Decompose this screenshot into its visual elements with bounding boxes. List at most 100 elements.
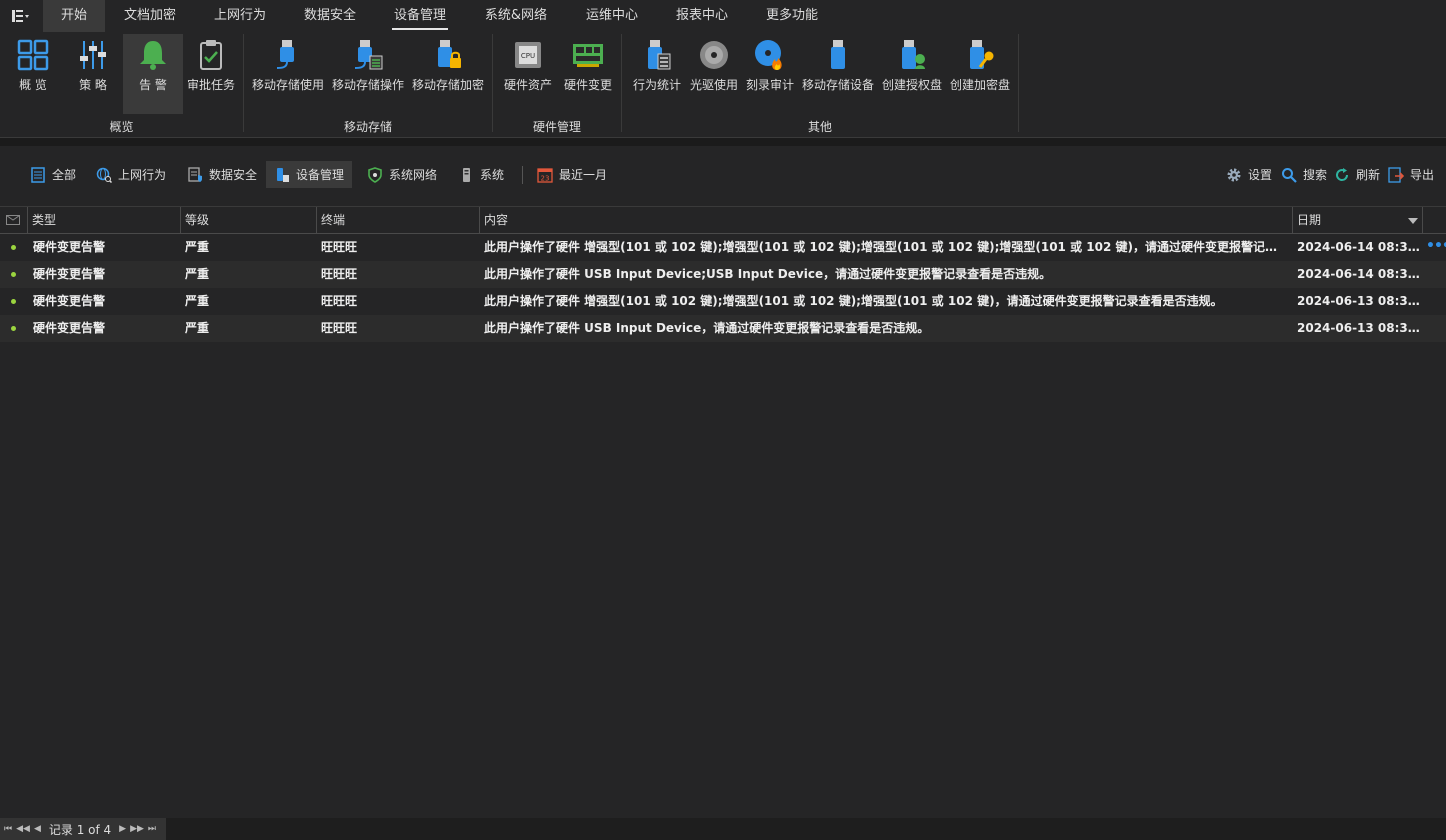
filter-last-month[interactable]: 23 最近一月 [529, 161, 615, 188]
settings-label: 设置 [1248, 168, 1273, 182]
cell-level: 严重 [185, 294, 210, 308]
export-label: 导出 [1410, 168, 1435, 182]
policy-button[interactable]: 策 略 [66, 34, 120, 114]
usb-operation-button[interactable]: 移动存储操作 [330, 34, 406, 114]
cell-terminal: 旺旺旺 [321, 321, 358, 335]
cell-content: 此用户操作了硬件 增强型(101 或 102 键);增强型(101 或 102 … [484, 294, 1223, 308]
header-mail-column[interactable] [0, 207, 28, 234]
cell-type: 硬件变更告警 [33, 294, 106, 308]
approval-task-button[interactable]: 审批任务 [184, 34, 238, 114]
hardware-change-button[interactable]: 硬件变更 [560, 34, 616, 114]
envelope-icon [6, 215, 20, 225]
cell-content: 此用户操作了硬件 USB Input Device，请通过硬件变更报警记录查看是… [484, 321, 930, 335]
usb-device-button[interactable]: 移动存储设备 [800, 34, 876, 114]
pager: ⏮ ◀◀ ◀ 记录 1 of 4 ▶ ▶▶ ⏭ [0, 818, 166, 840]
header-content[interactable]: 内容 [480, 207, 1293, 234]
cell-type: 硬件变更告警 [33, 240, 106, 254]
usb-key-icon [970, 40, 994, 69]
tab-system-network[interactable]: 系统&网络 [474, 0, 558, 32]
usb-authorize-icon [902, 40, 925, 69]
refresh-button[interactable]: 刷新 [1326, 161, 1388, 188]
filter-system-network[interactable]: 系统网络 [359, 161, 445, 188]
header-date-label: 日期 [1297, 213, 1322, 227]
tab-data-security[interactable]: 数据安全 [294, 0, 366, 32]
status-dot [11, 326, 16, 331]
menu-bar: 开始 文档加密 上网行为 数据安全 设备管理 系统&网络 运维中心 报表中心 更… [0, 0, 1446, 32]
filter-internet-behavior[interactable]: 上网行为 [88, 161, 174, 188]
settings-button[interactable]: 设置 [1218, 161, 1280, 188]
tab-document-encryption[interactable]: 文档加密 [114, 0, 186, 32]
last-page-icon[interactable]: ⏭ [148, 824, 156, 834]
alarm-label: 告 警 [139, 78, 167, 92]
filter-system-network-label: 系统网络 [389, 168, 438, 182]
usb-encrypt-button[interactable]: 移动存储加密 [410, 34, 486, 114]
table-row[interactable]: 硬件变更告警 严重 旺旺旺 此用户操作了硬件 增强型(101 或 102 键);… [0, 234, 1446, 261]
filter-separator [522, 166, 523, 184]
list-all-icon [31, 166, 45, 183]
table-row[interactable]: 硬件变更告警 严重 旺旺旺 此用户操作了硬件 增强型(101 或 102 键);… [0, 288, 1446, 315]
tab-more-functions[interactable]: 更多功能 [756, 0, 828, 32]
previous-page-icon[interactable]: ◀ [34, 824, 41, 834]
more-options-icon[interactable]: ••• [1426, 234, 1446, 261]
table-row[interactable]: 硬件变更告警 严重 旺旺旺 此用户操作了硬件 USB Input Device;… [0, 261, 1446, 288]
overview-button[interactable]: 概 览 [6, 34, 60, 114]
refresh-icon [1336, 167, 1349, 181]
create-auth-disk-button[interactable]: 创建授权盘 [880, 34, 944, 114]
tab-internet-behavior[interactable]: 上网行为 [204, 0, 276, 32]
header-date[interactable]: 日期 [1293, 207, 1423, 234]
behavior-stats-icon [648, 40, 671, 70]
next-page-icon[interactable]: ▶ [119, 824, 126, 834]
filter-all[interactable]: 全部 [22, 161, 84, 188]
header-level[interactable]: 等级 [181, 207, 317, 234]
filter-data-security[interactable]: 数据安全 [179, 161, 265, 188]
search-icon [1282, 167, 1297, 183]
header-type[interactable]: 类型 [28, 207, 181, 234]
policy-label: 策 略 [79, 78, 107, 92]
cell-terminal: 旺旺旺 [321, 240, 358, 254]
device-manage-icon [277, 167, 289, 182]
hardware-assets-button[interactable]: CPU 硬件资产 [500, 34, 556, 114]
usb-device-label: 移动存储设备 [801, 78, 874, 92]
usb-device-icon [831, 40, 845, 69]
hardware-assets-label: 硬件资产 [503, 78, 552, 92]
system-tower-icon [463, 167, 470, 182]
group-label-overview: 概览 [109, 120, 134, 134]
create-encrypted-disk-button[interactable]: 创建加密盘 [948, 34, 1012, 114]
optical-drive-button[interactable]: 光驱使用 [686, 34, 742, 114]
app-menu-button[interactable] [0, 2, 40, 30]
export-button[interactable]: 导出 [1380, 161, 1442, 188]
usb-usage-button[interactable]: 移动存储使用 [250, 34, 326, 114]
grid-header: 类型 等级 终端 内容 日期 [0, 206, 1446, 234]
burn-audit-button[interactable]: 刻录审计 [742, 34, 798, 114]
previous-page-group-icon[interactable]: ◀◀ [16, 824, 30, 834]
hardware-change-label: 硬件变更 [563, 78, 612, 92]
cell-level: 严重 [185, 267, 210, 281]
create-auth-disk-label: 创建授权盘 [881, 78, 942, 92]
cell-level: 严重 [185, 321, 210, 335]
filter-system[interactable]: 系统 [450, 161, 512, 188]
grid-body: 硬件变更告警 严重 旺旺旺 此用户操作了硬件 增强型(101 或 102 键);… [0, 234, 1446, 342]
behavior-stats-label: 行为统计 [632, 78, 681, 92]
filter-last-month-label: 最近一月 [559, 168, 608, 182]
tab-device-management[interactable]: 设备管理 [392, 0, 448, 32]
filter-device-management[interactable]: 设备管理 [266, 161, 353, 188]
app-menu-icon [12, 10, 29, 22]
next-page-group-icon[interactable]: ▶▶ [130, 824, 144, 834]
status-dot [11, 299, 16, 304]
filter-data-security-label: 数据安全 [209, 168, 258, 182]
tab-report-center[interactable]: 报表中心 [666, 0, 738, 32]
table-row[interactable]: 硬件变更告警 严重 旺旺旺 此用户操作了硬件 USB Input Device，… [0, 315, 1446, 342]
search-label: 搜索 [1303, 168, 1328, 182]
status-dot [11, 272, 16, 277]
alarm-button[interactable]: 告 警 [123, 34, 183, 114]
group-label-other: 其他 [807, 120, 832, 134]
optical-disc-icon [700, 41, 728, 69]
tab-start[interactable]: 开始 [43, 0, 105, 32]
cell-date: 2024-06-13 08:39:31 [1297, 321, 1423, 335]
policy-sliders-icon [80, 41, 106, 69]
behavior-stats-button[interactable]: 行为统计 [628, 34, 686, 114]
tab-ops-center[interactable]: 运维中心 [576, 0, 648, 32]
first-page-icon[interactable]: ⏮ [4, 824, 12, 834]
alarm-bell-icon [140, 41, 166, 70]
header-terminal[interactable]: 终端 [317, 207, 480, 234]
